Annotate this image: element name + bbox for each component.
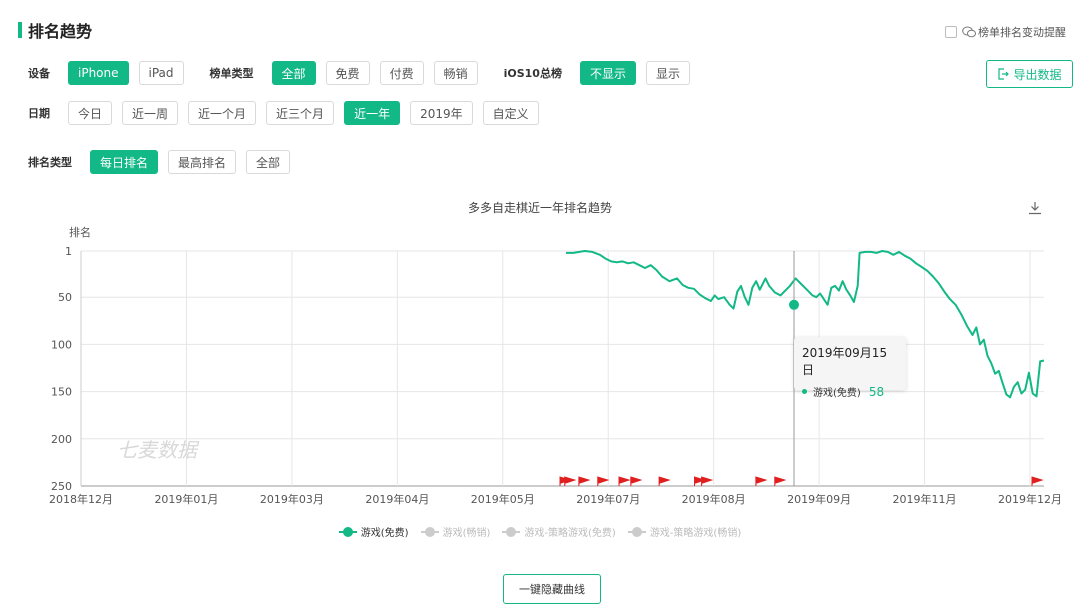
x-tick-label: 2019年03月: [260, 492, 324, 506]
title-accent-bar: [18, 22, 22, 38]
date-option-3months[interactable]: 近三个月: [266, 101, 335, 125]
x-tick-label: 2019年04月: [365, 492, 429, 506]
legend-label: 游戏(免费): [360, 528, 409, 539]
tooltip-series-name: 游戏(免费): [813, 388, 861, 399]
y-tick-label: 150: [51, 386, 72, 399]
alert-checkbox[interactable]: [945, 26, 957, 38]
event-flag-icon: [755, 476, 768, 486]
export-label: 导出数据: [1013, 67, 1062, 82]
filter-row-device: 设备 iPhone iPad 榜单类型 全部 免费 付费 畅销 iOS10总榜 …: [28, 61, 700, 85]
chart-tooltip: 2019年09月15日 游戏(免费) 58: [794, 337, 906, 399]
legend-marker: [627, 526, 646, 537]
rank-alert-toggle[interactable]: 榜单排名变动提醒: [945, 24, 1066, 40]
legend-label: 游戏(畅销): [442, 528, 491, 539]
tooltip-date: 2019年09月15日: [802, 346, 888, 377]
x-tick-label: 2019年08月: [682, 492, 746, 506]
rank-type-option-highest[interactable]: 最高排名: [168, 150, 237, 174]
date-option-today[interactable]: 今日: [68, 101, 113, 125]
y-axis-label: 排名: [69, 225, 91, 239]
date-option-month[interactable]: 近一个月: [188, 101, 257, 125]
legend-marker: [338, 526, 357, 537]
rank-type-option-daily[interactable]: 每日排名: [90, 150, 159, 174]
filter-row-date: 日期 今日 近一周 近一个月 近三个月 近一年 2019年 自定义: [28, 101, 549, 125]
tooltip-series-dot: [802, 389, 807, 394]
ios10-option-hide[interactable]: 不显示: [579, 61, 636, 85]
x-tick-label: 2019年12月: [998, 492, 1062, 506]
ios10-option-show[interactable]: 显示: [645, 61, 690, 85]
alert-label: 榜单排名变动提醒: [978, 26, 1066, 39]
chart-plot: 排名1501001502002502018年12月 2019年01月 2019年03…: [49, 225, 1062, 506]
chart-type-option-grossing[interactable]: 畅销: [433, 61, 478, 85]
section-header: 排名趋势: [18, 18, 92, 42]
y-tick-label: 1: [65, 245, 72, 258]
legend-label: 游戏-策略游戏(免费): [524, 528, 616, 539]
chart-legend: 游戏(免费) 游戏(畅销) 游戏-策略游戏(免费) 游戏-策略游戏(畅销): [0, 524, 1080, 539]
x-tick-label: 2018年12月: [49, 492, 113, 506]
watermark-text: 七麦数据: [117, 438, 200, 462]
y-tick-label: 250: [51, 480, 72, 493]
event-flag-icon: [774, 476, 787, 486]
legend-item-strategy-free[interactable]: 游戏-策略游戏(免费): [502, 524, 616, 539]
device-label: 设备: [28, 67, 50, 80]
x-tick-label: 2019年05月: [471, 492, 535, 506]
y-tick-label: 100: [51, 338, 72, 351]
chart-type-label: 榜单类型: [209, 67, 254, 80]
date-option-custom[interactable]: 自定义: [482, 101, 539, 125]
event-flag-icon: [658, 476, 671, 486]
date-option-year[interactable]: 近一年: [344, 101, 401, 125]
x-tick-label: 2019年09月: [787, 492, 851, 506]
event-flag-icon: [1031, 476, 1044, 486]
export-icon: [998, 68, 1010, 80]
wechat-icon: [962, 26, 976, 38]
hover-point: [789, 299, 799, 310]
ios10-label: iOS10总榜: [503, 67, 562, 80]
date-option-2019[interactable]: 2019年: [410, 101, 473, 125]
legend-label: 游戏-策略游戏(畅销): [649, 528, 742, 539]
date-label: 日期: [28, 107, 50, 120]
event-flag-icon: [564, 476, 577, 486]
page-title: 排名趋势: [28, 22, 93, 41]
legend-item-strategy-grossing[interactable]: 游戏-策略游戏(畅销): [627, 524, 742, 539]
legend-marker: [420, 526, 439, 537]
event-flag-icon: [701, 476, 714, 486]
device-option-ipad[interactable]: iPad: [138, 61, 184, 85]
x-tick-label: 2019年01月: [154, 492, 218, 506]
export-data-button[interactable]: 导出数据: [986, 60, 1073, 88]
x-tick-label: 2019年11月: [893, 492, 957, 506]
legend-marker: [502, 526, 521, 537]
chart-type-option-paid[interactable]: 付费: [379, 61, 424, 85]
legend-item-game-free[interactable]: 游戏(免费): [338, 524, 409, 539]
chart-type-option-free[interactable]: 免费: [325, 61, 370, 85]
chart-type-option-all[interactable]: 全部: [271, 61, 316, 85]
x-tick-label: 2019年07月: [576, 492, 640, 506]
device-option-iphone[interactable]: iPhone: [68, 61, 129, 85]
event-flag-icon: [578, 476, 591, 486]
event-flag-icon: [597, 476, 610, 486]
date-option-week[interactable]: 近一周: [122, 101, 179, 125]
hide-curves-button[interactable]: 一键隐藏曲线: [503, 574, 601, 604]
tooltip-value: 58: [868, 384, 885, 399]
filter-row-rank-type: 排名类型 每日排名 最高排名 全部: [28, 150, 300, 174]
rank-trend-chart: 多多自走棋近一年排名趋势 排名 1 50 100 150 200 250 2018年12月 20…: [0, 190, 1080, 550]
rank-type-label: 排名类型: [28, 156, 72, 169]
rank-type-option-all[interactable]: 全部: [246, 150, 291, 174]
legend-item-game-grossing[interactable]: 游戏(畅销): [420, 524, 491, 539]
event-flag-icon: [630, 476, 643, 486]
y-tick-label: 200: [51, 433, 72, 446]
y-tick-label: 50: [58, 291, 72, 304]
event-flag-icon: [618, 476, 631, 486]
